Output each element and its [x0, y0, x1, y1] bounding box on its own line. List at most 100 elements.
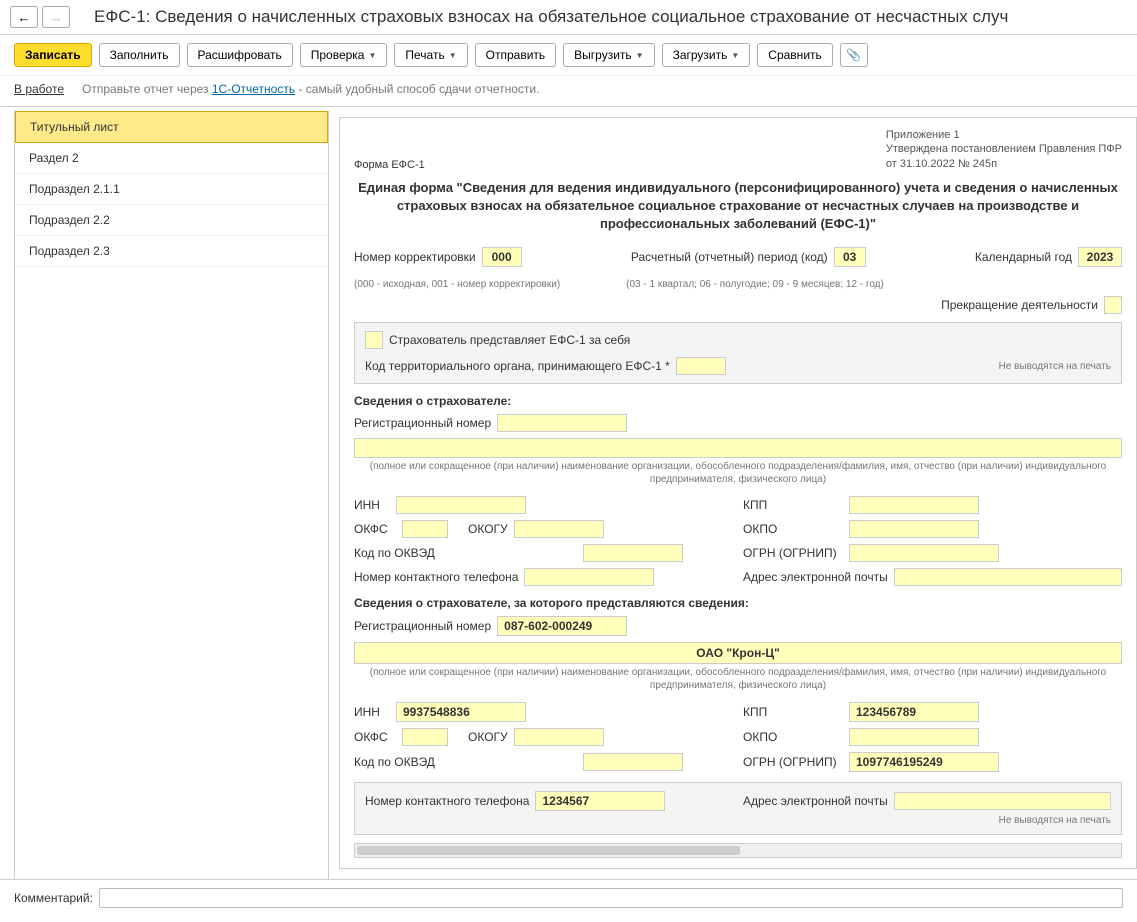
not-printed-note: Не выводятся на печать	[999, 361, 1111, 372]
check-button-label: Проверка	[311, 48, 365, 62]
territory-label: Код территориального органа, принимающег…	[365, 359, 670, 373]
kpp-field-2[interactable]: 123456789	[849, 702, 979, 722]
print-button[interactable]: Печать ▼	[394, 43, 467, 67]
inn-label-2: ИНН	[354, 705, 390, 719]
save-button[interactable]: Записать	[14, 43, 92, 67]
okpo-field-1[interactable]	[849, 520, 979, 538]
compare-button[interactable]: Сравнить	[757, 43, 832, 67]
ogrn-field-1[interactable]	[849, 544, 999, 562]
period-field[interactable]: 03	[834, 247, 866, 267]
okpo-label-2: ОКПО	[743, 730, 843, 744]
reporting-link[interactable]: 1С-Отчетность	[212, 82, 295, 96]
sidebar: Титульный лист Раздел 2 Подраздел 2.1.1 …	[14, 111, 329, 879]
ogrn-label-2: ОГРН (ОГРНИП)	[743, 755, 843, 769]
okved-field-2[interactable]	[583, 753, 683, 771]
okved-label-2: Код по ОКВЭД	[354, 755, 435, 769]
corr-hint: (000 - исходная, 001 - номер корректиров…	[354, 279, 560, 290]
self-submit-label: Страхователь представляет ЕФС-1 за себя	[389, 333, 630, 347]
self-submit-box: Страхователь представляет ЕФС-1 за себя …	[354, 322, 1122, 384]
corr-num-label: Номер корректировки	[354, 250, 476, 264]
kpp-label-1: КПП	[743, 498, 843, 512]
not-printed-note-2: Не выводятся на печать	[365, 815, 1111, 826]
sidebar-item-title-page[interactable]: Титульный лист	[15, 111, 328, 143]
org-name-field-1[interactable]	[354, 438, 1122, 458]
decrypt-button[interactable]: Расшифровать	[187, 43, 293, 67]
sidebar-item-subsection-2-3[interactable]: Подраздел 2.3	[15, 236, 328, 267]
chevron-down-icon: ▼	[449, 51, 457, 60]
contact-box: Номер контактного телефона 1234567 Адрес…	[354, 782, 1122, 835]
okpo-field-2[interactable]	[849, 728, 979, 746]
okogu-label-1: ОКОГУ	[468, 522, 508, 536]
name-hint-2: (полное или сокращенное (при наличии) на…	[354, 666, 1122, 692]
form-main-title: Единая форма "Сведения для ведения индив…	[354, 179, 1122, 234]
horizontal-scrollbar[interactable]	[354, 843, 1122, 858]
okogu-field-2[interactable]	[514, 728, 604, 746]
arrow-left-icon: ←	[17, 10, 30, 25]
phone-field-1[interactable]	[524, 568, 654, 586]
reg-num-field-2[interactable]: 087-602-000249	[497, 616, 627, 636]
okfs-field-1[interactable]	[402, 520, 448, 538]
okfs-label-2: ОКФС	[354, 730, 396, 744]
chevron-down-icon: ▼	[368, 51, 376, 60]
phone-label-1: Номер контактного телефона	[354, 570, 518, 584]
back-button[interactable]: ←	[10, 6, 38, 28]
chevron-down-icon: ▼	[636, 51, 644, 60]
okogu-label-2: ОКОГУ	[468, 730, 508, 744]
inn-field-2[interactable]: 9937548836	[396, 702, 526, 722]
okved-field-1[interactable]	[583, 544, 683, 562]
phone-field-2[interactable]: 1234567	[535, 791, 665, 811]
fill-button[interactable]: Заполнить	[99, 43, 180, 67]
territory-field[interactable]	[676, 357, 726, 375]
inn-label-1: ИНН	[354, 498, 390, 512]
sidebar-item-section-2[interactable]: Раздел 2	[15, 143, 328, 174]
scrollbar-thumb[interactable]	[357, 846, 740, 855]
status-link[interactable]: В работе	[14, 82, 64, 96]
org-name-field-2[interactable]: ОАО "Крон-Ц"	[354, 642, 1122, 664]
sidebar-item-subsection-2-1-1[interactable]: Подраздел 2.1.1	[15, 174, 328, 205]
reg-num-label-2: Регистрационный номер	[354, 619, 491, 633]
email-field-1[interactable]	[894, 568, 1122, 586]
email-label-1: Адрес электронной почты	[743, 570, 888, 584]
self-submit-checkbox[interactable]	[365, 331, 383, 349]
kpp-label-2: КПП	[743, 705, 843, 719]
okpo-label-1: ОКПО	[743, 522, 843, 536]
window-title: ЕФС-1: Сведения о начисленных страховых …	[94, 7, 1008, 27]
cease-label: Прекращение деятельности	[941, 298, 1098, 312]
reg-num-label-1: Регистрационный номер	[354, 416, 491, 430]
cease-checkbox[interactable]	[1104, 296, 1122, 314]
form-code: Форма ЕФС-1	[354, 159, 425, 171]
export-button[interactable]: Выгрузить ▼	[563, 43, 654, 67]
status-hint: Отправьте отчет через 1С-Отчетность - са…	[82, 82, 539, 96]
inn-field-1[interactable]	[396, 496, 526, 514]
email-label-2: Адрес электронной почты	[743, 794, 888, 808]
reg-num-field-1[interactable]	[497, 414, 627, 432]
ogrn-label-1: ОГРН (ОГРНИП)	[743, 546, 843, 560]
phone-label-2: Номер контактного телефона	[365, 794, 529, 808]
email-field-2[interactable]	[894, 792, 1111, 810]
ogrn-field-2[interactable]: 1097746195249	[849, 752, 999, 772]
okved-label-1: Код по ОКВЭД	[354, 546, 435, 560]
form-area: Форма ЕФС-1 Приложение 1 Утверждена пост…	[339, 117, 1137, 869]
name-hint-1: (полное или сокращенное (при наличии) на…	[354, 460, 1122, 486]
send-button[interactable]: Отправить	[475, 43, 557, 67]
sidebar-item-subsection-2-2[interactable]: Подраздел 2.2	[15, 205, 328, 236]
okfs-label-1: ОКФС	[354, 522, 396, 536]
chevron-down-icon: ▼	[731, 51, 739, 60]
okfs-field-2[interactable]	[402, 728, 448, 746]
approval-text: Приложение 1 Утверждена постановлением П…	[886, 128, 1122, 171]
check-button[interactable]: Проверка ▼	[300, 43, 388, 67]
corr-num-field[interactable]: 000	[482, 247, 522, 267]
paperclip-icon: 📎	[846, 48, 861, 62]
section1-title: Сведения о страхователе:	[354, 394, 1122, 408]
comment-label: Комментарий:	[14, 891, 93, 905]
section2-title: Сведения о страхователе, за которого пре…	[354, 596, 1122, 610]
okogu-field-1[interactable]	[514, 520, 604, 538]
year-label: Календарный год	[975, 250, 1072, 264]
import-button[interactable]: Загрузить ▼	[662, 43, 751, 67]
attachment-button[interactable]: 📎	[840, 43, 868, 67]
kpp-field-1[interactable]	[849, 496, 979, 514]
forward-button[interactable]: →	[42, 6, 70, 28]
print-button-label: Печать	[405, 48, 444, 62]
comment-input[interactable]	[99, 888, 1123, 908]
year-field[interactable]: 2023	[1078, 247, 1122, 267]
